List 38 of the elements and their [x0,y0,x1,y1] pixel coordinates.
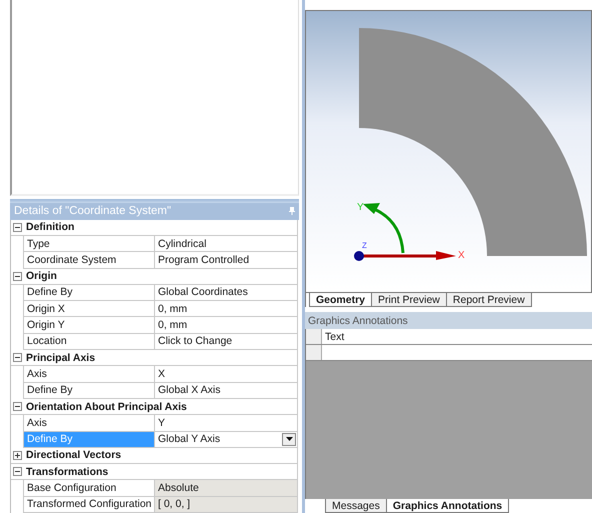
view-tab[interactable]: Print Preview [371,293,447,307]
panel-tab[interactable]: Graphics Annotations [386,499,510,513]
annotation-row[interactable] [306,345,592,361]
collapse-icon[interactable] [12,467,22,476]
collapse-icon[interactable] [12,402,22,412]
property-name[interactable]: Base Configuration [23,480,155,496]
view-tab[interactable]: Geometry [309,293,372,307]
property-name[interactable]: Origin X [23,301,155,316]
property-name[interactable]: Type [23,236,155,252]
property-name[interactable]: Transformed Configuration [23,496,155,512]
property-value[interactable]: Absolute [155,480,297,496]
view-tab[interactable]: Report Preview [446,293,532,307]
column-header: Text [324,330,346,344]
property-name[interactable]: Define By [23,382,155,398]
expand-icon[interactable] [12,450,22,460]
section-title[interactable]: Orientation About Principal Axis [23,398,187,414]
property-value[interactable]: [ 0, 0, ] [155,496,297,512]
x-axis-label: X [458,250,465,261]
property-name[interactable]: Axis [23,366,155,382]
collapse-icon[interactable] [12,353,22,362]
section-title[interactable]: Principal Axis [23,350,96,366]
annotations-header: Graphics Annotations [305,312,592,329]
panel-tab[interactable]: Messages [325,499,387,513]
collapse-icon[interactable] [12,222,22,232]
details-title: Details of "Coordinate System" [14,205,172,218]
property-name[interactable]: Origin Y [23,317,155,333]
section-title[interactable]: Directional Vectors [23,448,122,464]
z-axis-label: Z [362,241,367,250]
collapse-icon[interactable] [12,272,22,281]
property-name[interactable]: Axis [23,415,155,431]
y-axis-label: Y [357,202,364,213]
section-title[interactable]: Transformations [23,464,108,480]
section-title[interactable]: Definition [23,220,74,235]
section-title[interactable]: Origin [23,268,57,284]
property-name[interactable]: Coordinate System [23,252,155,268]
property-name[interactable]: Define By [23,284,155,300]
graphics-viewport[interactable]: X Y Z [305,10,592,292]
property-name[interactable]: Location [23,334,155,350]
